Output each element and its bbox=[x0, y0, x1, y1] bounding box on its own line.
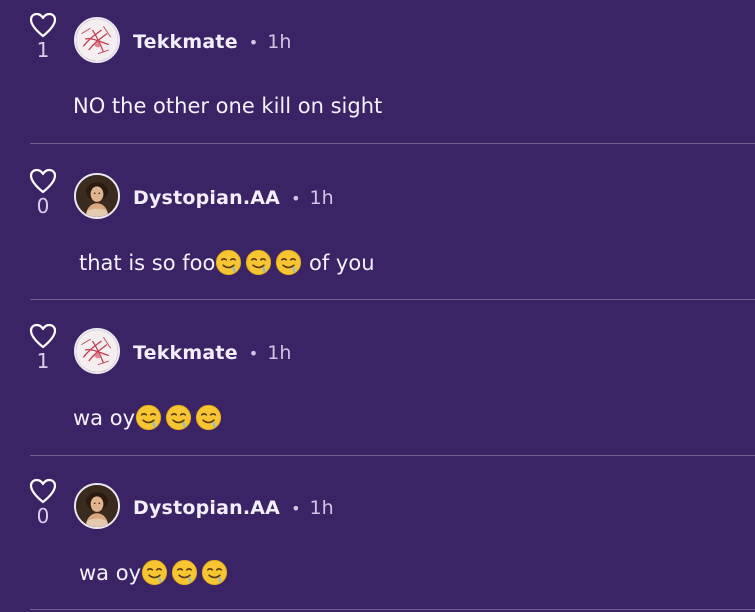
like-count: 0 bbox=[36, 194, 50, 218]
divider bbox=[30, 299, 755, 300]
comment-text: wa oy bbox=[79, 559, 228, 586]
heart-icon[interactable] bbox=[29, 478, 57, 504]
comment-meta: Dystopian.AA • 1h bbox=[133, 494, 334, 522]
heart-icon[interactable] bbox=[29, 168, 57, 194]
drooling-face-emoji bbox=[245, 249, 272, 276]
timestamp: 1h bbox=[267, 31, 292, 53]
comment-meta: Tekkmate • 1h bbox=[133, 339, 291, 367]
comment-text-main: wa oy bbox=[79, 560, 141, 585]
username[interactable]: Dystopian.AA bbox=[133, 187, 280, 209]
drooling-face-emoji bbox=[165, 404, 192, 431]
drooling-face-emoji bbox=[135, 404, 162, 431]
classical-portrait-avatar-image bbox=[76, 485, 118, 527]
comment-text: that is so foo of you bbox=[79, 249, 375, 276]
like-control: 0 bbox=[27, 478, 59, 528]
separator-dot: • bbox=[291, 498, 301, 518]
drooling-face-emoji bbox=[275, 249, 302, 276]
username[interactable]: Tekkmate bbox=[133, 31, 238, 53]
comment-text-after: of you bbox=[302, 250, 375, 275]
avatar[interactable] bbox=[74, 483, 120, 529]
classical-portrait-avatar-image bbox=[76, 175, 118, 217]
drooling-face-emoji bbox=[171, 559, 198, 586]
comment-text-main: wa oy bbox=[73, 405, 135, 430]
sketch-drawing-avatar-image bbox=[76, 330, 118, 372]
timestamp: 1h bbox=[267, 342, 292, 364]
avatar[interactable] bbox=[74, 17, 120, 63]
timestamp: 1h bbox=[309, 187, 334, 209]
divider bbox=[30, 609, 755, 610]
drooling-face-emoji bbox=[215, 249, 242, 276]
comment-item: 1 Tekkmate • 1h NO the other one kill on… bbox=[0, 0, 755, 156]
divider bbox=[30, 455, 755, 456]
like-control: 1 bbox=[27, 323, 59, 373]
like-control: 1 bbox=[27, 12, 59, 62]
heart-icon[interactable] bbox=[29, 12, 57, 38]
like-control: 0 bbox=[27, 168, 59, 218]
heart-icon[interactable] bbox=[29, 323, 57, 349]
divider bbox=[30, 143, 755, 144]
comment-item: 0 Dystopian.AA • 1h that is so foo of yo… bbox=[0, 156, 755, 312]
comment-feed: 1 Tekkmate • 1h NO the other one kill on… bbox=[0, 0, 755, 612]
separator-dot: • bbox=[248, 32, 259, 52]
sketch-drawing-avatar-image bbox=[76, 19, 118, 61]
like-count: 0 bbox=[36, 504, 50, 528]
comment-text-main: NO the other one kill on sight bbox=[73, 94, 383, 118]
emoji-group bbox=[215, 249, 302, 276]
like-count: 1 bbox=[36, 349, 50, 373]
comment-text: wa oy bbox=[73, 404, 222, 431]
drooling-face-emoji bbox=[195, 404, 222, 431]
comment-item: 0 Dystopian.AA • 1h wa oy bbox=[0, 467, 755, 612]
comment-item: 1 Tekkmate • 1h wa oy bbox=[0, 312, 755, 468]
username[interactable]: Dystopian.AA bbox=[133, 497, 280, 519]
timestamp: 1h bbox=[309, 497, 334, 519]
emoji-group bbox=[141, 559, 228, 586]
drooling-face-emoji bbox=[141, 559, 168, 586]
comment-meta: Dystopian.AA • 1h bbox=[133, 184, 334, 212]
like-count: 1 bbox=[36, 38, 50, 62]
username[interactable]: Tekkmate bbox=[133, 342, 238, 364]
separator-dot: • bbox=[248, 343, 259, 363]
comment-text-main: that is so foo bbox=[79, 250, 216, 275]
separator-dot: • bbox=[291, 188, 301, 208]
drooling-face-emoji bbox=[201, 559, 228, 586]
emoji-group bbox=[135, 404, 222, 431]
avatar[interactable] bbox=[74, 173, 120, 219]
comment-text: NO the other one kill on sight bbox=[73, 94, 382, 118]
avatar[interactable] bbox=[74, 328, 120, 374]
comment-meta: Tekkmate • 1h bbox=[133, 28, 291, 56]
